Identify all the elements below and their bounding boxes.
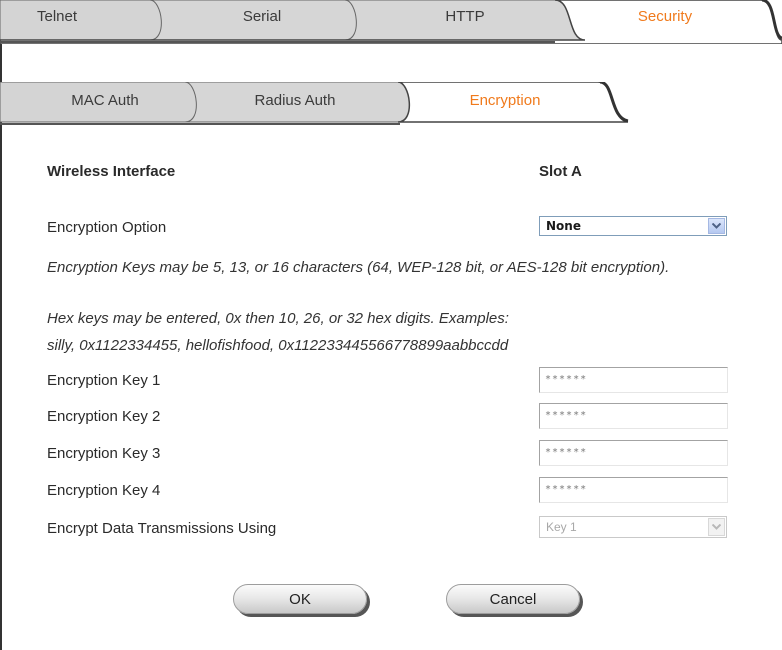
encryption-option-value: None — [546, 219, 581, 233]
encryption-key-3-field[interactable]: ****** — [539, 440, 728, 466]
encrypt-transmissions-label: Encrypt Data Transmissions Using — [47, 520, 277, 537]
ok-button[interactable]: OK — [233, 584, 367, 614]
tab-http[interactable]: HTTP — [425, 8, 505, 25]
transmit-key-value: Key 1 — [546, 520, 577, 534]
encryption-key-4-label: Encryption Key 4 — [47, 482, 161, 499]
top-tab-bar: Telnet Serial HTTP Security — [0, 0, 782, 44]
encryption-option-select[interactable]: None — [539, 216, 727, 236]
tab-encryption[interactable]: Encryption — [450, 92, 560, 109]
tab-radius-auth[interactable]: Radius Auth — [240, 92, 350, 109]
wireless-interface-label: Wireless Interface — [47, 163, 176, 180]
encryption-key-4-field[interactable]: ****** — [539, 477, 728, 503]
cancel-button[interactable]: Cancel — [446, 584, 580, 614]
tab-security[interactable]: Security — [620, 8, 710, 25]
key-length-note: Encryption Keys may be 5, 13, or 16 char… — [47, 259, 670, 276]
slot-label: Slot A — [539, 163, 582, 180]
hex-keys-note: Hex keys may be entered, 0x then 10, 26,… — [47, 310, 509, 327]
transmit-key-select[interactable]: Key 1 — [539, 516, 727, 538]
chevron-down-icon[interactable] — [708, 518, 725, 536]
tab-serial[interactable]: Serial — [222, 8, 302, 25]
chevron-down-icon[interactable] — [708, 218, 725, 234]
encryption-key-2-field[interactable]: ****** — [539, 403, 728, 429]
encryption-key-2-label: Encryption Key 2 — [47, 408, 161, 425]
encryption-option-label: Encryption Option — [47, 219, 167, 236]
encryption-key-1-label: Encryption Key 1 — [47, 372, 161, 389]
tab-mac-auth[interactable]: MAC Auth — [55, 92, 155, 109]
sub-tab-bar: MAC Auth Radius Auth Encryption — [0, 82, 640, 126]
tab-telnet[interactable]: Telnet — [22, 8, 92, 25]
page-left-border — [0, 40, 2, 650]
encryption-settings-page: Telnet Serial HTTP Security MAC Auth Rad… — [0, 0, 782, 650]
encryption-key-1-field[interactable]: ****** — [539, 367, 728, 393]
key-examples-note: silly, 0x1122334455, hellofishfood, 0x11… — [47, 337, 509, 354]
encryption-key-3-label: Encryption Key 3 — [47, 445, 161, 462]
